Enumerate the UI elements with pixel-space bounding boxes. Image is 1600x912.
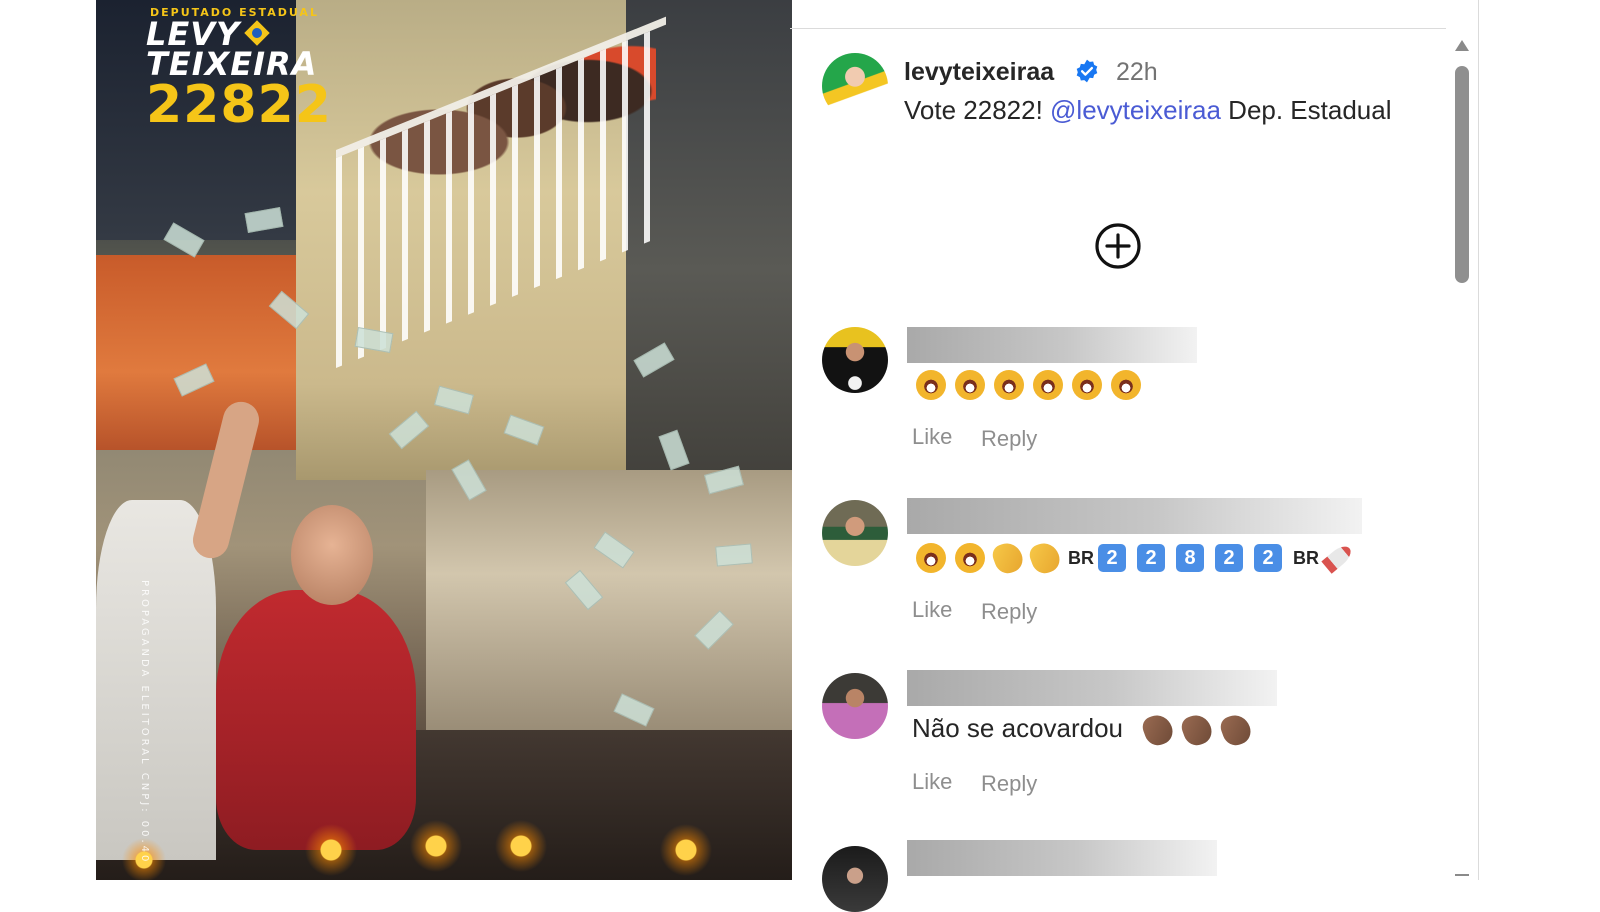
post-sidebar: levyteixeiraa 22h Vote 22822! @levyteixe… — [790, 0, 1479, 912]
comment-reply-button[interactable]: Reply — [981, 426, 1037, 452]
comment-like-button[interactable]: Like — [912, 424, 952, 450]
plus-circle-icon[interactable] — [1094, 222, 1142, 270]
redacted-username — [907, 670, 1277, 706]
brazil-diamond-icon — [244, 20, 270, 46]
keycap-digit-icon: 2 — [1254, 544, 1282, 573]
logo-number: 22822 — [146, 75, 332, 135]
media-person-red-head — [291, 505, 373, 605]
media-vehicle-lights — [96, 820, 792, 880]
caption-text: Vote 22822! — [904, 95, 1051, 125]
comment-text: BR 2 2 8 2 2 BR — [916, 539, 1355, 578]
brazil-flag-icon: BR — [1293, 547, 1319, 568]
post-username[interactable]: levyteixeiraa — [904, 58, 1054, 87]
comment-reply-button[interactable]: Reply — [981, 771, 1037, 797]
clapping-hands-emoji-icon — [989, 539, 1027, 578]
redacted-username — [907, 840, 1217, 876]
clapping-hands-emoji-icon — [1139, 711, 1177, 750]
keycap-digit-icon: 2 — [1098, 544, 1126, 573]
avatar[interactable] — [822, 500, 888, 566]
media-lower-building — [426, 470, 792, 730]
laughing-crying-emoji-icon — [994, 370, 1024, 401]
electoral-disclaimer: PROPAGANDA ELEITORAL CNPJ: 00.40 — [139, 580, 150, 865]
redacted-username — [907, 327, 1197, 363]
comment-text — [916, 368, 1150, 401]
laughing-crying-emoji-icon — [1072, 370, 1102, 401]
keycap-digit-icon: 2 — [1215, 544, 1243, 573]
clapping-hands-emoji-icon — [1217, 711, 1255, 750]
media-flying-banknote — [715, 543, 753, 567]
comment-reply-button[interactable]: Reply — [981, 599, 1037, 625]
verified-badge-icon — [1076, 59, 1098, 83]
redacted-username — [907, 498, 1362, 534]
laughing-crying-emoji-icon — [1111, 370, 1141, 401]
comment-like-button[interactable]: Like — [912, 769, 952, 795]
laughing-crying-emoji-icon — [955, 370, 985, 401]
keycap-digit-icon: 8 — [1176, 544, 1204, 573]
campaign-logo: DEPUTADO ESTADUAL LEVY TEIXEIRA 22822 — [146, 6, 332, 131]
media-person-red-shirt — [216, 590, 416, 850]
comment-text: Não se acovardou — [912, 711, 1261, 750]
avatar[interactable] — [822, 673, 888, 739]
scrollbar-thumb[interactable] — [1455, 66, 1469, 283]
keycap-digit-icon: 2 — [1137, 544, 1165, 573]
laughing-crying-emoji-icon — [955, 543, 985, 574]
media-person-white-shirt — [96, 500, 216, 860]
media-orange-wall — [96, 255, 328, 450]
clapping-hands-emoji-icon — [1178, 711, 1216, 750]
clapping-hands-emoji-icon — [1026, 539, 1064, 578]
avatar[interactable] — [822, 327, 888, 393]
scroll-up-arrow-icon[interactable] — [1455, 40, 1469, 51]
caption-text-end: Dep. Estadual — [1220, 95, 1392, 125]
laughing-crying-emoji-icon — [1033, 370, 1063, 401]
avatar[interactable] — [822, 53, 888, 119]
caption-mention-link[interactable]: @levyteixeiraa — [1050, 95, 1221, 125]
comment-like-button[interactable]: Like — [912, 597, 952, 623]
avatar[interactable] — [822, 846, 888, 912]
rocket-emoji-icon — [1321, 542, 1355, 574]
post-media[interactable]: DEPUTADO ESTADUAL LEVY TEIXEIRA 22822 PR… — [96, 0, 792, 880]
scroll-down-arrow-icon[interactable] — [1455, 874, 1469, 876]
laughing-crying-emoji-icon — [916, 543, 946, 574]
laughing-crying-emoji-icon — [916, 370, 946, 401]
comment-body: Não se acovardou — [912, 713, 1124, 743]
post-caption: Vote 22822! @levyteixeiraa Dep. Estadual — [904, 92, 1424, 129]
post-time[interactable]: 22h — [1116, 58, 1158, 87]
brazil-flag-icon: BR — [1068, 547, 1094, 568]
header-divider — [790, 28, 1446, 29]
